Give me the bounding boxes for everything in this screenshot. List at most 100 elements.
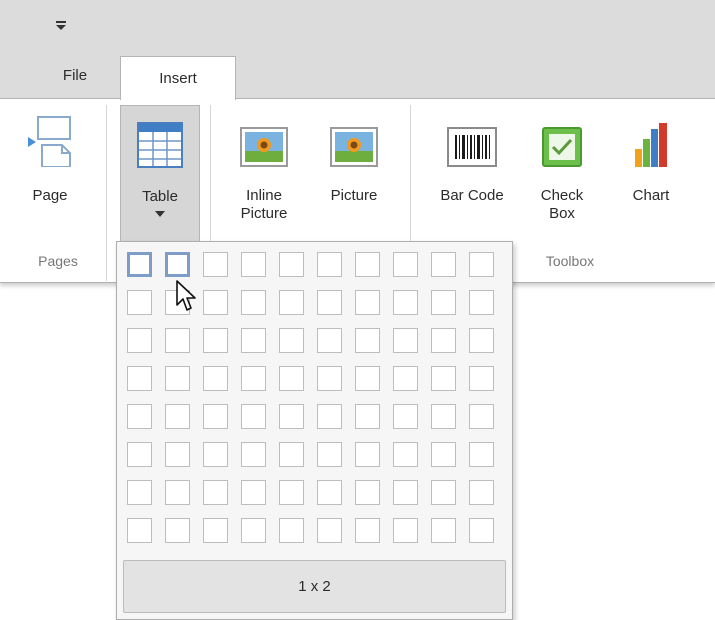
group-label-pages: Pages (38, 253, 78, 269)
table-grid-cell[interactable] (279, 366, 304, 391)
table-grid-cell[interactable] (469, 442, 494, 467)
qat-dropdown-icon (56, 21, 66, 30)
table-grid-cell[interactable] (431, 518, 456, 543)
table-grid-cell[interactable] (355, 480, 380, 505)
table-grid-cell[interactable] (279, 252, 304, 277)
table-grid-cell[interactable] (393, 290, 418, 315)
table-size-button[interactable]: 1 x 2 (123, 560, 506, 613)
table-grid-cell[interactable] (431, 328, 456, 353)
table-grid-cell[interactable] (393, 480, 418, 505)
table-button[interactable]: Table (120, 105, 200, 245)
table-grid-cell[interactable] (241, 480, 266, 505)
table-grid-cell[interactable] (279, 442, 304, 467)
tab-insert[interactable]: Insert (120, 56, 236, 100)
table-grid-cell[interactable] (203, 442, 228, 467)
table-grid-cell[interactable] (241, 252, 266, 277)
table-grid-cell[interactable] (127, 480, 152, 505)
table-grid-cell[interactable] (431, 442, 456, 467)
table-grid-cell[interactable] (431, 404, 456, 429)
table-grid-cell[interactable] (469, 366, 494, 391)
table-grid-cell[interactable] (355, 328, 380, 353)
table-icon (137, 114, 183, 168)
table-grid-cell[interactable] (393, 252, 418, 277)
group-separator (106, 105, 107, 281)
table-grid-cell[interactable] (469, 404, 494, 429)
table-grid-cell[interactable] (203, 404, 228, 429)
table-grid-cell[interactable] (469, 328, 494, 353)
tab-file[interactable]: File (42, 52, 108, 98)
table-grid-cell[interactable] (431, 290, 456, 315)
table-grid-cell[interactable] (469, 290, 494, 315)
table-grid-cell[interactable] (355, 252, 380, 277)
table-grid-cell[interactable] (431, 366, 456, 391)
table-grid-cell[interactable] (431, 252, 456, 277)
table-grid-cell[interactable] (127, 518, 152, 543)
chart-button[interactable]: Chart (606, 105, 696, 240)
table-grid-cell[interactable] (355, 404, 380, 429)
table-grid-cell[interactable] (127, 442, 152, 467)
table-grid-cell[interactable] (241, 518, 266, 543)
bar-code-button[interactable]: Bar Code (420, 105, 524, 240)
table-grid-cell[interactable] (203, 252, 228, 277)
quick-access-toolbar-dropdown[interactable] (46, 14, 76, 38)
chart-button-label: Chart (632, 187, 670, 204)
table-grid-cell[interactable] (393, 404, 418, 429)
table-grid-cell[interactable] (165, 518, 190, 543)
table-grid-cell[interactable] (355, 442, 380, 467)
table-grid-cell[interactable] (165, 480, 190, 505)
table-grid-cell[interactable] (469, 480, 494, 505)
table-grid-cell[interactable] (127, 366, 152, 391)
table-grid-cell[interactable] (393, 366, 418, 391)
table-grid-cell[interactable] (317, 366, 342, 391)
picture-button[interactable]: Picture (312, 105, 396, 240)
table-grid-cell[interactable] (203, 328, 228, 353)
check-box-button[interactable]: Check Box (530, 105, 594, 240)
table-grid-cell[interactable] (127, 290, 152, 315)
table-grid-cell[interactable] (317, 480, 342, 505)
inline-picture-button[interactable]: Inline Picture (222, 105, 306, 240)
barcode-icon (447, 113, 497, 167)
table-grid-cell[interactable] (165, 328, 190, 353)
table-grid-cell[interactable] (469, 252, 494, 277)
table-grid-cell[interactable] (127, 404, 152, 429)
table-grid-cell[interactable] (241, 366, 266, 391)
table-grid-cell[interactable] (317, 518, 342, 543)
table-grid-cell[interactable] (203, 480, 228, 505)
table-grid-cell[interactable] (431, 480, 456, 505)
table-grid-cell[interactable] (317, 252, 342, 277)
table-grid-cell[interactable] (355, 290, 380, 315)
table-grid-cell[interactable] (241, 442, 266, 467)
table-grid-cell[interactable] (279, 290, 304, 315)
table-grid-cell[interactable] (279, 328, 304, 353)
table-grid-cell[interactable] (241, 290, 266, 315)
table-grid-cell[interactable] (127, 328, 152, 353)
table-grid-cell[interactable] (393, 518, 418, 543)
table-grid-cell[interactable] (165, 442, 190, 467)
table-grid-cell[interactable] (355, 518, 380, 543)
table-grid-cell[interactable] (165, 252, 190, 277)
table-grid-cell[interactable] (279, 518, 304, 543)
table-grid-cell[interactable] (317, 404, 342, 429)
table-grid-cell[interactable] (241, 404, 266, 429)
table-grid-cell[interactable] (203, 518, 228, 543)
table-grid-cell[interactable] (165, 366, 190, 391)
table-grid-cell[interactable] (393, 442, 418, 467)
page-button[interactable]: Page (16, 105, 84, 240)
table-grid-cell[interactable] (203, 366, 228, 391)
table-grid-cell[interactable] (127, 252, 152, 277)
table-grid-cell[interactable] (317, 442, 342, 467)
table-grid-cell[interactable] (317, 328, 342, 353)
table-grid-cell[interactable] (165, 404, 190, 429)
inline-picture-button-label: Inline Picture (240, 187, 288, 222)
table-grid-cell[interactable] (469, 518, 494, 543)
table-grid-cell[interactable] (203, 290, 228, 315)
picture-icon (330, 113, 378, 167)
table-grid-cell[interactable] (279, 480, 304, 505)
table-grid-cell[interactable] (317, 290, 342, 315)
table-grid-cell[interactable] (279, 404, 304, 429)
table-grid-cell[interactable] (241, 328, 266, 353)
table-grid-cell[interactable] (355, 366, 380, 391)
picture-button-label: Picture (330, 187, 378, 204)
table-grid-cell[interactable] (393, 328, 418, 353)
chart-icon (634, 113, 668, 167)
